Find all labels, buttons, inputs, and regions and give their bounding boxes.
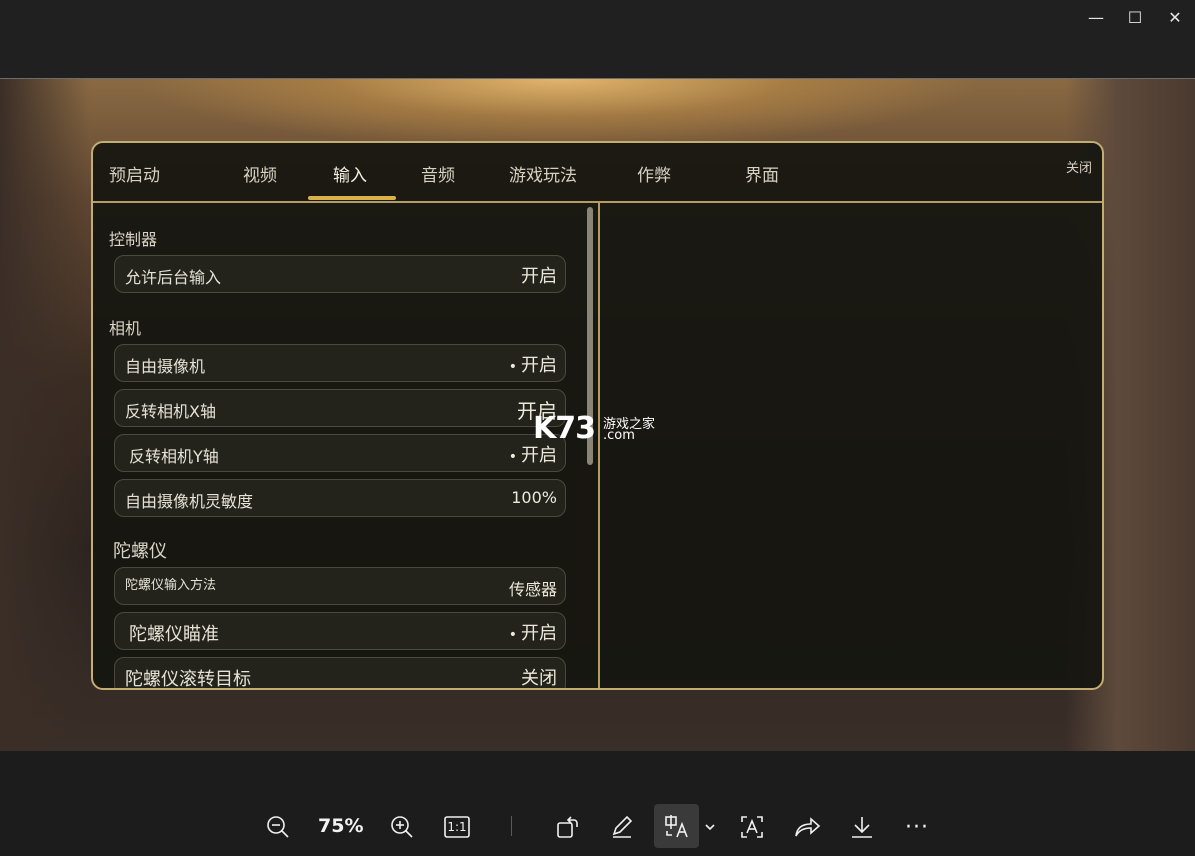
actual-size-button[interactable]: 1:1 — [440, 812, 474, 842]
bullet-dot: • — [508, 627, 517, 643]
tab-video[interactable]: 视频 — [243, 161, 277, 186]
zoom-out-button[interactable] — [261, 812, 295, 842]
window-titlebar: — ☐ ✕ — [0, 0, 1195, 34]
chevron-down-icon — [705, 824, 715, 831]
watermark-brand: K73 — [533, 411, 596, 446]
panel-divider — [598, 201, 600, 688]
edit-button[interactable] — [605, 812, 639, 842]
setting-label: 自由摄像机 — [125, 357, 206, 376]
tab-audio[interactable]: 音频 — [421, 161, 455, 186]
setting-row-gyro-aim[interactable]: 陀螺仪瞄准 • 开启 — [114, 612, 566, 650]
setting-value: • 开启 — [508, 355, 557, 376]
text-translate-button[interactable] — [660, 812, 694, 842]
setting-row-invert-x[interactable]: 反转相机X轴 开启 — [114, 389, 566, 427]
tab-cheats[interactable]: 作弊 — [637, 161, 671, 186]
setting-row-gyro-roll-target[interactable]: 陀螺仪滚转目标 关闭 — [114, 657, 566, 690]
watermark-domain: .com — [603, 428, 635, 443]
translate-options-dropdown[interactable] — [700, 812, 720, 842]
share-icon — [795, 817, 821, 837]
download-button[interactable] — [845, 812, 879, 842]
setting-label: 陀螺仪输入方法 — [125, 578, 217, 593]
toolbar-separator — [511, 816, 512, 836]
bullet-dot: • — [508, 359, 517, 375]
setting-value: 开启 — [521, 266, 557, 287]
rotate-icon — [557, 816, 578, 838]
setting-label: 陀螺仪滚转目标 — [125, 669, 251, 690]
settings-tab-bar: 预启动 视频 输入 音频 游戏玩法 作弊 界面 关闭 — [93, 143, 1102, 203]
zoom-in-button[interactable] — [385, 812, 419, 842]
viewer-toolbar — [0, 751, 1195, 856]
edit-icon — [612, 815, 633, 838]
setting-row-invert-y[interactable]: 反转相机Y轴 • 开启 — [114, 434, 566, 472]
section-controller: 控制器 — [109, 230, 158, 249]
setting-label: 陀螺仪瞄准 — [129, 624, 219, 645]
setting-label: 反转相机Y轴 — [129, 447, 219, 466]
setting-label: 允许后台输入 — [125, 268, 222, 287]
close-settings-button[interactable]: 关闭 — [1066, 157, 1092, 176]
zoom-out-icon — [267, 816, 289, 838]
settings-dialog: 预启动 视频 输入 音频 游戏玩法 作弊 界面 关闭 控制器 允许后台输入 开启… — [91, 141, 1104, 690]
setting-row-free-camera[interactable]: 自由摄像机 • 开启 — [114, 344, 566, 382]
setting-label: 反转相机X轴 — [125, 402, 216, 421]
text-translate-icon — [665, 815, 688, 838]
share-button[interactable] — [790, 812, 824, 842]
rotate-button[interactable] — [551, 812, 585, 842]
setting-value: 关闭 — [521, 668, 557, 689]
download-icon — [852, 817, 872, 838]
setting-value: 传感器 — [508, 580, 557, 599]
tab-prelaunch[interactable]: 预启动 — [109, 161, 160, 186]
zoom-level[interactable]: 75% — [318, 815, 363, 837]
setting-row-gyro-input-method[interactable]: 陀螺仪输入方法 传感器 — [114, 567, 566, 605]
section-gyro: 陀螺仪 — [113, 541, 167, 562]
background-rock-left — [0, 79, 90, 751]
active-tab-indicator — [308, 196, 396, 200]
close-window-button[interactable]: ✕ — [1155, 0, 1195, 34]
setting-value: • 开启 — [508, 623, 557, 644]
setting-label: 自由摄像机灵敏度 — [125, 492, 254, 511]
viewer-command-bar — [0, 34, 1195, 79]
tab-gameplay[interactable]: 游戏玩法 — [509, 161, 577, 186]
tab-input[interactable]: 输入 — [333, 161, 367, 186]
ocr-text-button[interactable] — [735, 812, 769, 842]
setting-value: 100% — [511, 488, 557, 507]
setting-row-background-input[interactable]: 允许后台输入 开启 — [114, 255, 566, 293]
zoom-in-icon — [391, 816, 413, 838]
more-icon[interactable]: ··· — [900, 812, 934, 842]
section-camera: 相机 — [109, 319, 142, 338]
actual-size-label: 1:1 — [447, 820, 467, 834]
bullet-dot: • — [508, 449, 517, 465]
minimize-button[interactable]: — — [1076, 0, 1116, 34]
ocr-text-icon — [741, 816, 763, 838]
maximize-button[interactable]: ☐ — [1115, 0, 1155, 34]
tab-interface[interactable]: 界面 — [745, 161, 779, 186]
setting-row-free-camera-sensitivity[interactable]: 自由摄像机灵敏度 100% — [114, 479, 566, 517]
